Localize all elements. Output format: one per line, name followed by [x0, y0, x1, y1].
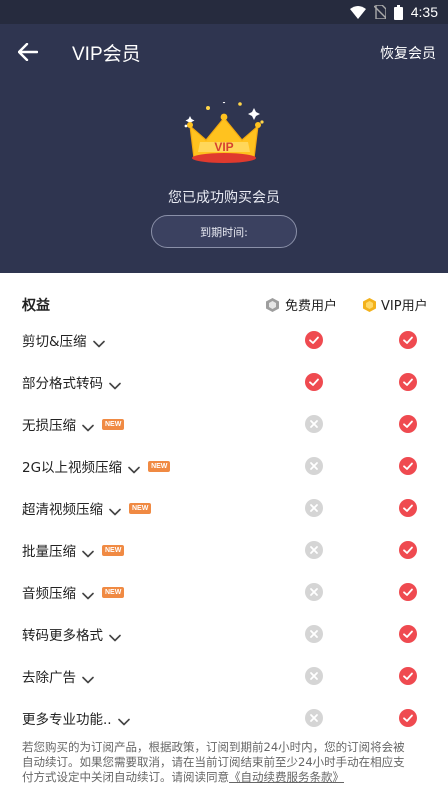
- table-row: 部分格式转码: [0, 360, 448, 402]
- free-cross-icon: [305, 541, 323, 559]
- no-sim-icon: [373, 5, 386, 19]
- vip-check-icon: [399, 667, 417, 685]
- expire-date-pill: 到期时间:: [151, 215, 297, 248]
- benefit-label: 无损压缩: [22, 418, 76, 434]
- vip-check-icon: [399, 457, 417, 475]
- benefit-label: 转码更多格式: [22, 628, 103, 644]
- column-vip-user: VIP用户: [363, 295, 428, 314]
- benefit-expand-toggle[interactable]: 转码更多格式: [22, 624, 121, 644]
- benefit-expand-toggle[interactable]: 无损压缩 NEW: [22, 414, 125, 434]
- chevron-down-icon: [82, 546, 94, 558]
- free-check-icon: [305, 373, 323, 391]
- table-row: 剪切&压缩: [0, 318, 448, 360]
- toolbar: VIP会员 恢复会员: [0, 24, 448, 80]
- vip-check-icon: [399, 499, 417, 517]
- table-row: 2G以上视频压缩 NEW: [0, 444, 448, 486]
- restore-membership-button[interactable]: 恢复会员: [380, 43, 436, 63]
- benefit-label: 音频压缩: [22, 586, 76, 602]
- vip-check-icon: [399, 331, 417, 349]
- vip-header: VIP会员 恢复会员 VIP 您已成功购买会员 到期时间:: [0, 24, 448, 273]
- chevron-down-icon: [109, 504, 121, 516]
- crown-vip-text: VIP: [214, 140, 233, 154]
- vip-user-badge-icon: [363, 297, 376, 312]
- table-row: 无损压缩 NEW: [0, 402, 448, 444]
- vip-check-icon: [399, 541, 417, 559]
- chevron-down-icon: [82, 672, 94, 684]
- battery-icon: [393, 4, 403, 20]
- benefit-label: 去除广告: [22, 670, 76, 686]
- benefit-label: 2G以上视频压缩: [22, 460, 123, 476]
- subscription-notice: 若您购买的为订阅产品，根据政策，订阅到期前24小时内，您的订阅将会被 自动续订。…: [22, 740, 426, 785]
- table-header: 权益 免费用户 VIP用户: [0, 293, 448, 315]
- new-badge: NEW: [102, 586, 125, 598]
- auto-renew-terms-link[interactable]: 《自动续费服务条款》: [229, 770, 344, 784]
- column-vip-user-label: VIP用户: [381, 299, 428, 314]
- table-row: 去除广告: [0, 654, 448, 696]
- benefit-expand-toggle[interactable]: 去除广告: [22, 666, 94, 686]
- free-cross-icon: [305, 499, 323, 517]
- free-check-icon: [305, 331, 323, 349]
- benefit-expand-toggle[interactable]: 2G以上视频压缩 NEW: [22, 456, 171, 476]
- free-cross-icon: [305, 625, 323, 643]
- benefit-expand-toggle[interactable]: 部分格式转码: [22, 372, 121, 392]
- vip-check-icon: [399, 373, 417, 391]
- benefit-label: 超清视频压缩: [22, 502, 103, 518]
- notice-line-3: 付方式设定中关闭自动续订。请阅读同意: [22, 770, 229, 784]
- notice-line-2: 自动续订。如果您需要取消，请在当前订阅结束前至少24小时手动在相应支: [22, 755, 405, 769]
- benefit-expand-toggle[interactable]: 超清视频压缩 NEW: [22, 498, 152, 518]
- vip-crown-icon: VIP: [184, 102, 264, 163]
- vip-check-icon: [399, 709, 417, 727]
- new-badge: NEW: [148, 460, 171, 472]
- back-arrow-icon: [18, 43, 38, 61]
- new-badge: NEW: [102, 418, 125, 430]
- benefit-label: 剪切&压缩: [22, 334, 87, 350]
- page-title: VIP会员: [72, 44, 141, 65]
- table-row: 更多专业功能..: [0, 696, 448, 738]
- purchase-success-text: 您已成功购买会员: [168, 190, 280, 206]
- status-time: 4:35: [410, 4, 438, 20]
- chevron-down-icon: [92, 336, 105, 348]
- chevron-down-icon: [82, 420, 94, 432]
- benefit-expand-toggle[interactable]: 更多专业功能..: [22, 708, 130, 728]
- column-free-user: 免费用户: [266, 295, 337, 314]
- vip-check-icon: [399, 625, 417, 643]
- benefit-label: 部分格式转码: [22, 376, 103, 392]
- free-cross-icon: [305, 415, 323, 433]
- benefit-label: 更多专业功能..: [22, 712, 112, 728]
- new-badge: NEW: [129, 502, 152, 514]
- table-row: 音频压缩 NEW: [0, 570, 448, 612]
- chevron-down-icon: [109, 630, 121, 642]
- wifi-icon: [349, 5, 366, 19]
- column-free-user-label: 免费用户: [285, 299, 338, 314]
- chevron-down-icon: [117, 714, 130, 726]
- free-cross-icon: [305, 457, 323, 475]
- free-user-badge-icon: [266, 297, 279, 312]
- free-cross-icon: [305, 667, 323, 685]
- benefit-expand-toggle[interactable]: 批量压缩 NEW: [22, 540, 125, 560]
- free-cross-icon: [305, 583, 323, 601]
- notice-line-1: 若您购买的为订阅产品，根据政策，订阅到期前24小时内，您的订阅将会被: [22, 740, 405, 754]
- new-badge: NEW: [102, 544, 125, 556]
- free-cross-icon: [305, 709, 323, 727]
- table-row: 超清视频压缩 NEW: [0, 486, 448, 528]
- table-row: 批量压缩 NEW: [0, 528, 448, 570]
- vip-check-icon: [399, 583, 417, 601]
- back-button[interactable]: [14, 38, 42, 66]
- benefit-expand-toggle[interactable]: 音频压缩 NEW: [22, 582, 125, 602]
- column-rights: 权益: [22, 298, 50, 314]
- benefit-expand-toggle[interactable]: 剪切&压缩: [22, 330, 105, 350]
- chevron-down-icon: [82, 588, 94, 600]
- expire-date-label: 到期时间:: [200, 225, 248, 239]
- chevron-down-icon: [109, 378, 121, 390]
- status-bar: 4:35: [0, 0, 448, 24]
- table-row: 转码更多格式: [0, 612, 448, 654]
- chevron-down-icon: [128, 462, 140, 474]
- benefit-label: 批量压缩: [22, 544, 76, 560]
- vip-check-icon: [399, 415, 417, 433]
